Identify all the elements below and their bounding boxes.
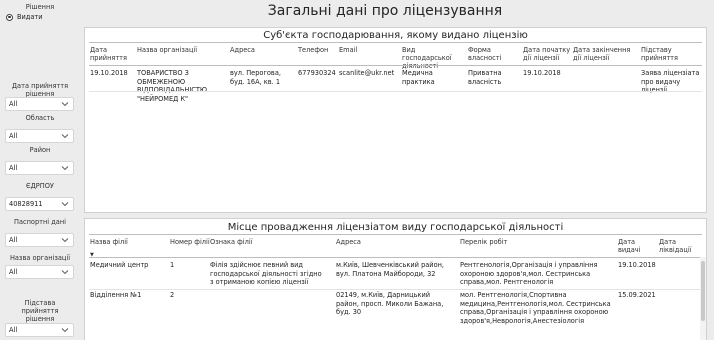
cell-branch-number: 1 bbox=[170, 261, 175, 269]
row-divider bbox=[89, 91, 702, 92]
cell-issue-date: 19.10.2018 bbox=[618, 261, 656, 269]
cell-branch-sign: Філія здійснює певний вид господарської … bbox=[210, 261, 322, 286]
cell-ownership: Приватна власність bbox=[468, 69, 502, 86]
vertical-scrollbar[interactable] bbox=[700, 257, 706, 340]
column-header-phone[interactable]: Телефон bbox=[298, 46, 336, 54]
edrpou-filter-label: ЄДРПОУ bbox=[26, 182, 54, 190]
cell-start-date: 19.10.2018 bbox=[523, 69, 561, 77]
passport-filter-value: All bbox=[9, 236, 18, 244]
edrpou-filter-dropdown[interactable]: 40828911 bbox=[5, 197, 74, 211]
basis-filter-label: Підстава прийняття рішення bbox=[21, 299, 59, 323]
date-filter-label: Дата прийняття рішення bbox=[11, 82, 69, 98]
org-filter-value: All bbox=[9, 268, 18, 276]
title-divider bbox=[89, 42, 702, 43]
decision-option-label: Видати bbox=[17, 13, 43, 21]
chevron-down-icon bbox=[61, 102, 69, 107]
column-header-org-name[interactable]: Назва організації bbox=[137, 46, 222, 54]
cell-org-name: ТОВАРИСТВО З ОБМЕЖЕНОЮ ВІДПОВІДАЛЬНІСТЮ … bbox=[137, 69, 208, 103]
header-divider bbox=[89, 65, 702, 66]
column-header-end-date[interactable]: Дата закінчення дії ліцензії bbox=[573, 46, 635, 62]
subject-table-title: Суб'єкта господарювання, якому видано лі… bbox=[263, 30, 528, 41]
column-header-address[interactable]: Адреса bbox=[230, 46, 290, 54]
region-filter-dropdown[interactable]: All bbox=[5, 129, 74, 143]
column-header-branch-sign[interactable]: Ознака філії bbox=[210, 238, 310, 246]
title-divider bbox=[89, 234, 702, 235]
chevron-down-icon bbox=[61, 270, 69, 275]
column-header-branch-name[interactable]: Назва філії bbox=[90, 238, 165, 246]
org-filter-dropdown[interactable]: All bbox=[5, 265, 74, 279]
decision-radio-option[interactable]: Видати bbox=[6, 13, 43, 21]
cell-email: scanlite@ukr.net bbox=[339, 69, 395, 77]
basis-filter-dropdown[interactable]: All bbox=[5, 323, 74, 337]
header-divider bbox=[89, 257, 702, 258]
branch-table-title: Місце провадження ліцензіатом виду госпо… bbox=[227, 222, 564, 233]
branch-table-panel: Місце провадження ліцензіатом виду госпо… bbox=[84, 218, 707, 340]
chevron-down-icon bbox=[61, 202, 69, 207]
cell-date: 19.10.2018 bbox=[90, 69, 128, 77]
district-filter-label: Район bbox=[29, 146, 51, 154]
basis-filter-value: All bbox=[9, 326, 18, 334]
column-header-branch-number[interactable]: Номер філії bbox=[170, 238, 210, 246]
scrollbar-thumb[interactable] bbox=[701, 261, 705, 321]
radio-selected-icon[interactable] bbox=[6, 13, 13, 21]
cell-phone: 677930324 bbox=[298, 69, 336, 77]
chevron-down-icon bbox=[61, 328, 69, 333]
column-header-ownership[interactable]: Форма власності bbox=[468, 46, 523, 62]
edrpou-filter-value: 40828911 bbox=[9, 200, 43, 208]
cell-issue-date: 15.09.2021 bbox=[618, 291, 656, 299]
column-header-branch-address[interactable]: Адреса bbox=[336, 238, 436, 246]
chevron-down-icon bbox=[61, 166, 69, 171]
column-header-works-list[interactable]: Перелік робіт bbox=[460, 238, 600, 246]
decision-filter-label: Рішення bbox=[25, 3, 55, 11]
column-header-liquidation-date[interactable]: Дата ліквідації bbox=[659, 238, 697, 254]
cell-branch-name: Відділення №1 bbox=[90, 291, 142, 299]
date-filter-dropdown[interactable]: All bbox=[5, 97, 74, 111]
passport-filter-label: Паспортні дані bbox=[14, 218, 66, 226]
region-filter-label: Область bbox=[25, 114, 55, 122]
district-filter-dropdown[interactable]: All bbox=[5, 161, 74, 175]
cell-works-list: мол. Рентгенологія,Спортивна медицина,Ре… bbox=[460, 291, 611, 325]
subject-table-panel: Суб'єкта господарювання, якому видано лі… bbox=[84, 27, 707, 213]
page-title: Загальні дані про ліцензування bbox=[267, 3, 503, 19]
chevron-down-icon bbox=[61, 134, 69, 139]
column-header-start-date[interactable]: Дата початку дії ліцензії bbox=[523, 46, 571, 62]
cell-works-list: Рентгенологія,Організація і управління о… bbox=[460, 261, 598, 286]
cell-branch-address: м.Київ, Шевченківський район, вул. Плато… bbox=[336, 261, 445, 278]
report-page: Рішення Видати Дата прийняття рішення Al… bbox=[0, 0, 714, 340]
org-filter-label: Назва організації bbox=[9, 254, 71, 262]
chevron-down-icon bbox=[61, 238, 69, 243]
filter-sidebar: Рішення Видати Дата прийняття рішення Al… bbox=[0, 0, 80, 340]
row-divider bbox=[89, 289, 702, 290]
column-header-date[interactable]: Дата прийняття bbox=[90, 46, 130, 62]
region-filter-value: All bbox=[9, 132, 18, 140]
passport-filter-dropdown[interactable]: All bbox=[5, 233, 74, 247]
cell-branch-address: 02149, м.Київ, Дарницький район, просп. … bbox=[336, 291, 444, 316]
column-header-activity[interactable]: Вид господарської діяльності bbox=[402, 46, 462, 70]
cell-branch-number: 2 bbox=[170, 291, 175, 299]
column-header-issue-date[interactable]: Дата видачі bbox=[618, 238, 658, 254]
cell-activity: Медична практика bbox=[402, 69, 435, 86]
cell-address: вул. Перогова, буд. 16А, кв. 1 bbox=[230, 69, 281, 86]
column-header-email[interactable]: Email bbox=[339, 46, 389, 54]
column-header-basis[interactable]: Підставу прийняття bbox=[641, 46, 701, 62]
cell-branch-name: Медичний центр bbox=[90, 261, 149, 269]
date-filter-value: All bbox=[9, 100, 18, 108]
district-filter-value: All bbox=[9, 164, 18, 172]
